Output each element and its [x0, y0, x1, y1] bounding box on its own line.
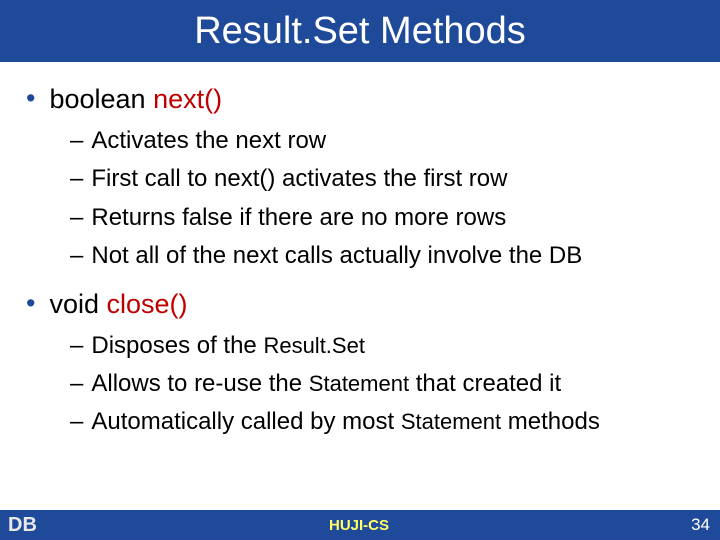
code-fragment: Statement — [309, 371, 409, 396]
bullet-level2: – Disposes of the Result.Set — [70, 330, 700, 362]
bullet-level2: – Returns false if there are no more row… — [70, 202, 700, 234]
dash-icon: – — [70, 202, 83, 234]
slide: Result.Set Methods • boolean next() – Ac… — [0, 0, 720, 540]
text-fragment: that created it — [409, 370, 561, 397]
bullet-level1: • boolean next() — [26, 84, 700, 115]
dash-icon: – — [70, 406, 83, 438]
text-fragment: Automatically called by most — [91, 408, 400, 435]
method-name: close() — [107, 289, 188, 319]
sub-bullet-text: Automatically called by most Statement m… — [91, 406, 599, 438]
dash-icon: – — [70, 330, 83, 362]
bullet-level2: – Activates the next row — [70, 125, 700, 157]
bullet-level2: – Not all of the next calls actually inv… — [70, 240, 700, 272]
method-prefix: void — [49, 289, 106, 319]
bullet-level2: – Allows to re-use the Statement that cr… — [70, 368, 700, 400]
sub-bullet-text: Not all of the next calls actually invol… — [91, 240, 582, 272]
dash-icon: – — [70, 163, 83, 195]
bullet-text: boolean next() — [49, 84, 222, 115]
dash-icon: – — [70, 368, 83, 400]
text-fragment: Allows to re-use the — [91, 370, 308, 397]
footer-bar: DB HUJI-CS 34 — [0, 510, 720, 540]
footer-center-label: HUJI-CS — [68, 517, 650, 534]
sub-bullet-text: First call to next() activates the first… — [91, 163, 507, 195]
slide-title: Result.Set Methods — [194, 10, 526, 53]
code-fragment: Result.Set — [263, 333, 365, 358]
title-bar: Result.Set Methods — [0, 0, 720, 62]
sub-bullet-text: Disposes of the Result.Set — [91, 330, 365, 362]
dash-icon: – — [70, 125, 83, 157]
bullet-icon: • — [26, 84, 35, 114]
sub-bullet-text: Returns false if there are no more rows — [91, 202, 506, 234]
page-number: 34 — [650, 515, 710, 535]
slide-body: • boolean next() – Activates the next ro… — [0, 62, 720, 540]
sub-bullet-text: Activates the next row — [91, 125, 326, 157]
method-prefix: boolean — [49, 84, 153, 114]
bullet-text: void close() — [49, 289, 187, 320]
sub-bullet-text: Allows to re-use the Statement that crea… — [91, 368, 561, 400]
bullet-level2: – Automatically called by most Statement… — [70, 406, 700, 438]
text-fragment: Disposes of the — [91, 332, 263, 359]
bullet-icon: • — [26, 289, 35, 319]
dash-icon: – — [70, 240, 83, 272]
bullet-level1: • void close() — [26, 289, 700, 320]
bullet-level2: – First call to next() activates the fir… — [70, 163, 700, 195]
text-fragment: methods — [501, 408, 600, 435]
footer-left-label: DB — [8, 514, 68, 537]
method-name: next() — [153, 84, 222, 114]
code-fragment: Statement — [401, 409, 501, 434]
